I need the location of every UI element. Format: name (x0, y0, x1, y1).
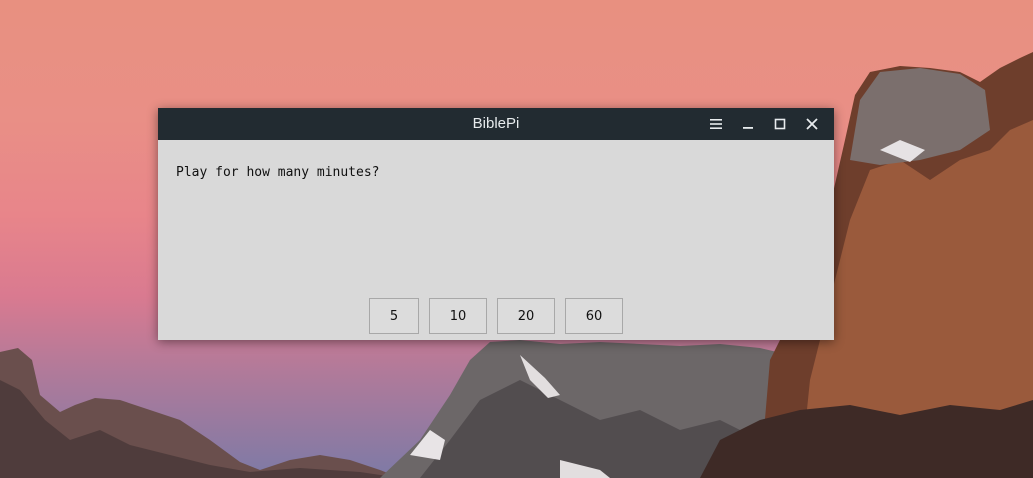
prompt-label: Play for how many minutes? (176, 165, 380, 180)
window-controls (700, 108, 828, 140)
menu-icon (710, 119, 722, 129)
menu-button[interactable] (700, 108, 732, 140)
title-bar[interactable]: BiblePi (158, 108, 834, 140)
option-60-button[interactable]: 60 (565, 298, 623, 334)
dialog-content: Play for how many minutes? 5 10 20 60 (158, 140, 834, 340)
maximize-icon (774, 118, 786, 130)
close-icon (806, 118, 818, 130)
option-10-button[interactable]: 10 (429, 298, 487, 334)
minimize-button[interactable] (732, 108, 764, 140)
option-buttons: 5 10 20 60 (369, 298, 623, 334)
dialog-window: BiblePi Play for how many minutes? 5 10 … (158, 108, 834, 340)
option-5-button[interactable]: 5 (369, 298, 419, 334)
minimize-icon (743, 127, 753, 129)
close-button[interactable] (796, 108, 828, 140)
maximize-button[interactable] (764, 108, 796, 140)
option-20-button[interactable]: 20 (497, 298, 555, 334)
